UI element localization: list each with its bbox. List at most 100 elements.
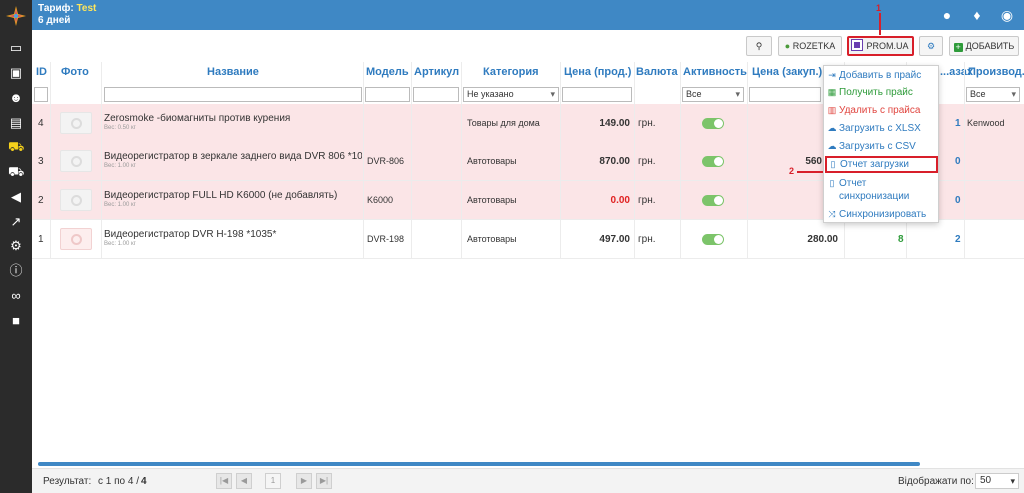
page-number[interactable]: 1	[265, 473, 281, 489]
product-name[interactable]: Видеорегистратор в зеркале заднего вида …	[104, 151, 362, 162]
filter-sale-price[interactable]	[562, 87, 632, 102]
monitor-icon[interactable]: ▭	[8, 40, 24, 56]
plan-name: Test	[76, 3, 97, 14]
prev-page-button[interactable]: ◀	[236, 473, 252, 489]
product-name[interactable]: Видеорегистратор FULL HD K6000 (не добав…	[104, 190, 337, 201]
column-model[interactable]: Модель	[366, 66, 409, 78]
column-currency[interactable]: Валюта	[636, 66, 678, 78]
handshake-icon[interactable]: ∞	[8, 288, 24, 304]
product-price: 497.00	[599, 234, 630, 245]
menu-item-sync-report[interactable]: ▯ Отчет	[827, 177, 867, 190]
filter-sku[interactable]	[413, 87, 459, 102]
info-icon[interactable]: ⓘ	[8, 263, 24, 279]
settings-button[interactable]: ⚙	[919, 36, 943, 56]
first-page-button[interactable]: |◀	[216, 473, 232, 489]
menu-item-synchronize[interactable]: ⤨ Синхронизировать	[827, 208, 926, 221]
column-divider	[680, 62, 681, 258]
menu-item-get-price[interactable]: ▦ Получить прайс	[827, 86, 913, 99]
column-divider	[560, 62, 561, 258]
filter-purchase-price[interactable]	[749, 87, 821, 102]
column-activity[interactable]: Активность	[683, 66, 747, 78]
bullhorn-icon[interactable]: ◀	[8, 189, 24, 205]
table-row[interactable]: 1 Видеорегистратор DVR H-198 *1035* Вес:…	[32, 220, 1024, 259]
product-cost: 280.00	[807, 234, 838, 245]
product-stock[interactable]: 0	[955, 195, 961, 206]
filter-manufacturer[interactable]: Все	[966, 87, 1020, 102]
product-model: K6000	[367, 195, 394, 205]
filter-id[interactable]	[34, 87, 48, 102]
column-id[interactable]: ID	[36, 66, 47, 78]
archive-icon[interactable]: ▤	[8, 115, 24, 131]
user-icon[interactable]: ●	[939, 7, 955, 23]
per-page-select[interactable]: 50 ▾	[975, 473, 1019, 489]
product-currency: грн.	[638, 156, 656, 167]
column-sku[interactable]: Артикул	[414, 66, 459, 78]
menu-item-upload-report[interactable]: ▯ Отчет загрузки	[825, 156, 938, 173]
menu-item-label: Синхронизировать	[839, 209, 927, 220]
menu-item-add-to-price[interactable]: ⇥ Добавить в прайс	[827, 69, 921, 82]
filter-activity[interactable]: Все	[682, 87, 744, 102]
plan-info: Тариф: Test 6 дней	[38, 3, 96, 27]
filter-model[interactable]	[365, 87, 410, 102]
annotation-arrow-1	[879, 13, 881, 35]
menu-item-label: Отчет	[839, 178, 867, 189]
menu-item-upload-xlsx[interactable]: ☁ Загрузить с XLSX	[827, 122, 921, 135]
activity-toggle[interactable]	[702, 195, 724, 206]
add-button[interactable]: + ДОБАВИТЬ	[949, 36, 1019, 56]
filter-name[interactable]	[104, 87, 362, 102]
horizontal-scrollbar[interactable]	[38, 462, 920, 466]
search-icon: ⚲	[755, 41, 763, 51]
menu-item-sync-report-line2[interactable]: синхронизации	[839, 190, 909, 203]
cloud-upload-icon: ☁	[827, 123, 837, 133]
activity-toggle[interactable]	[702, 156, 724, 167]
chevron-down-icon: ▾	[1010, 476, 1015, 486]
column-divider	[101, 62, 102, 258]
filter-category[interactable]: Не указано	[463, 87, 559, 102]
gear-icon[interactable]: ⚙	[8, 238, 24, 254]
search-button[interactable]: ⚲	[746, 36, 772, 56]
product-weight: Вес: 1.00 кг	[104, 202, 136, 208]
file-excel-icon: ▦	[827, 87, 837, 97]
column-name[interactable]: Название	[207, 66, 259, 78]
video-icon[interactable]: ■	[8, 313, 24, 329]
chart-icon[interactable]: ↗	[8, 214, 24, 230]
column-sale-price[interactable]: Цена (прод.)	[564, 66, 631, 78]
column-manufacturer[interactable]: Производ...	[968, 66, 1024, 78]
users-icon[interactable]: ☻	[8, 90, 24, 106]
menu-item-label: Добавить в прайс	[839, 70, 922, 81]
next-page-button[interactable]: ▶	[296, 473, 312, 489]
product-category: Автотовары	[467, 156, 517, 166]
last-page-button[interactable]: ▶|	[316, 473, 332, 489]
money-icon[interactable]: ▣	[8, 65, 24, 81]
product-name[interactable]: Zerosmoke -биомагниты против курения	[104, 113, 290, 124]
menu-item-upload-csv[interactable]: ☁ Загрузить с CSV	[827, 140, 916, 153]
prom-ua-button[interactable]: PROM.UA	[847, 36, 914, 56]
column-purchase-price[interactable]: Цена (закуп.)	[752, 66, 822, 78]
menu-item-remove-from-price[interactable]: ▥ Удалить с прайса	[827, 104, 921, 117]
row-id: 1	[38, 234, 44, 245]
support-icon[interactable]: ◉	[999, 7, 1015, 23]
annotation-marker-1: 1	[876, 3, 882, 13]
prom-logo-icon	[851, 39, 864, 51]
rozetka-button[interactable]: ● ROZETKA	[778, 36, 842, 56]
truck-icon[interactable]: ⛟	[8, 164, 24, 180]
column-category[interactable]: Категория	[483, 66, 539, 78]
activity-toggle[interactable]	[702, 118, 724, 129]
product-stock[interactable]: 1	[955, 118, 961, 129]
product-stock[interactable]: 0	[955, 156, 961, 167]
per-page-value: 50	[980, 475, 992, 486]
gear-icon: ⚙	[926, 41, 936, 51]
bell-icon[interactable]: ♦	[969, 7, 985, 23]
product-stock[interactable]: 2	[955, 234, 961, 245]
column-divider	[411, 62, 412, 258]
app-logo-icon[interactable]	[4, 4, 28, 28]
file-icon: ▯	[829, 178, 835, 188]
product-currency: грн.	[638, 234, 656, 245]
product-name[interactable]: Видеорегистратор DVR H-198 *1035*	[104, 229, 276, 240]
product-weight: Вес: 0.50 кг	[104, 125, 136, 131]
activity-toggle[interactable]	[702, 234, 724, 245]
column-photo[interactable]: Фото	[61, 66, 89, 78]
product-currency: грн.	[638, 195, 656, 206]
row-id: 4	[38, 118, 44, 129]
car-icon[interactable]: ⛟	[8, 139, 24, 155]
